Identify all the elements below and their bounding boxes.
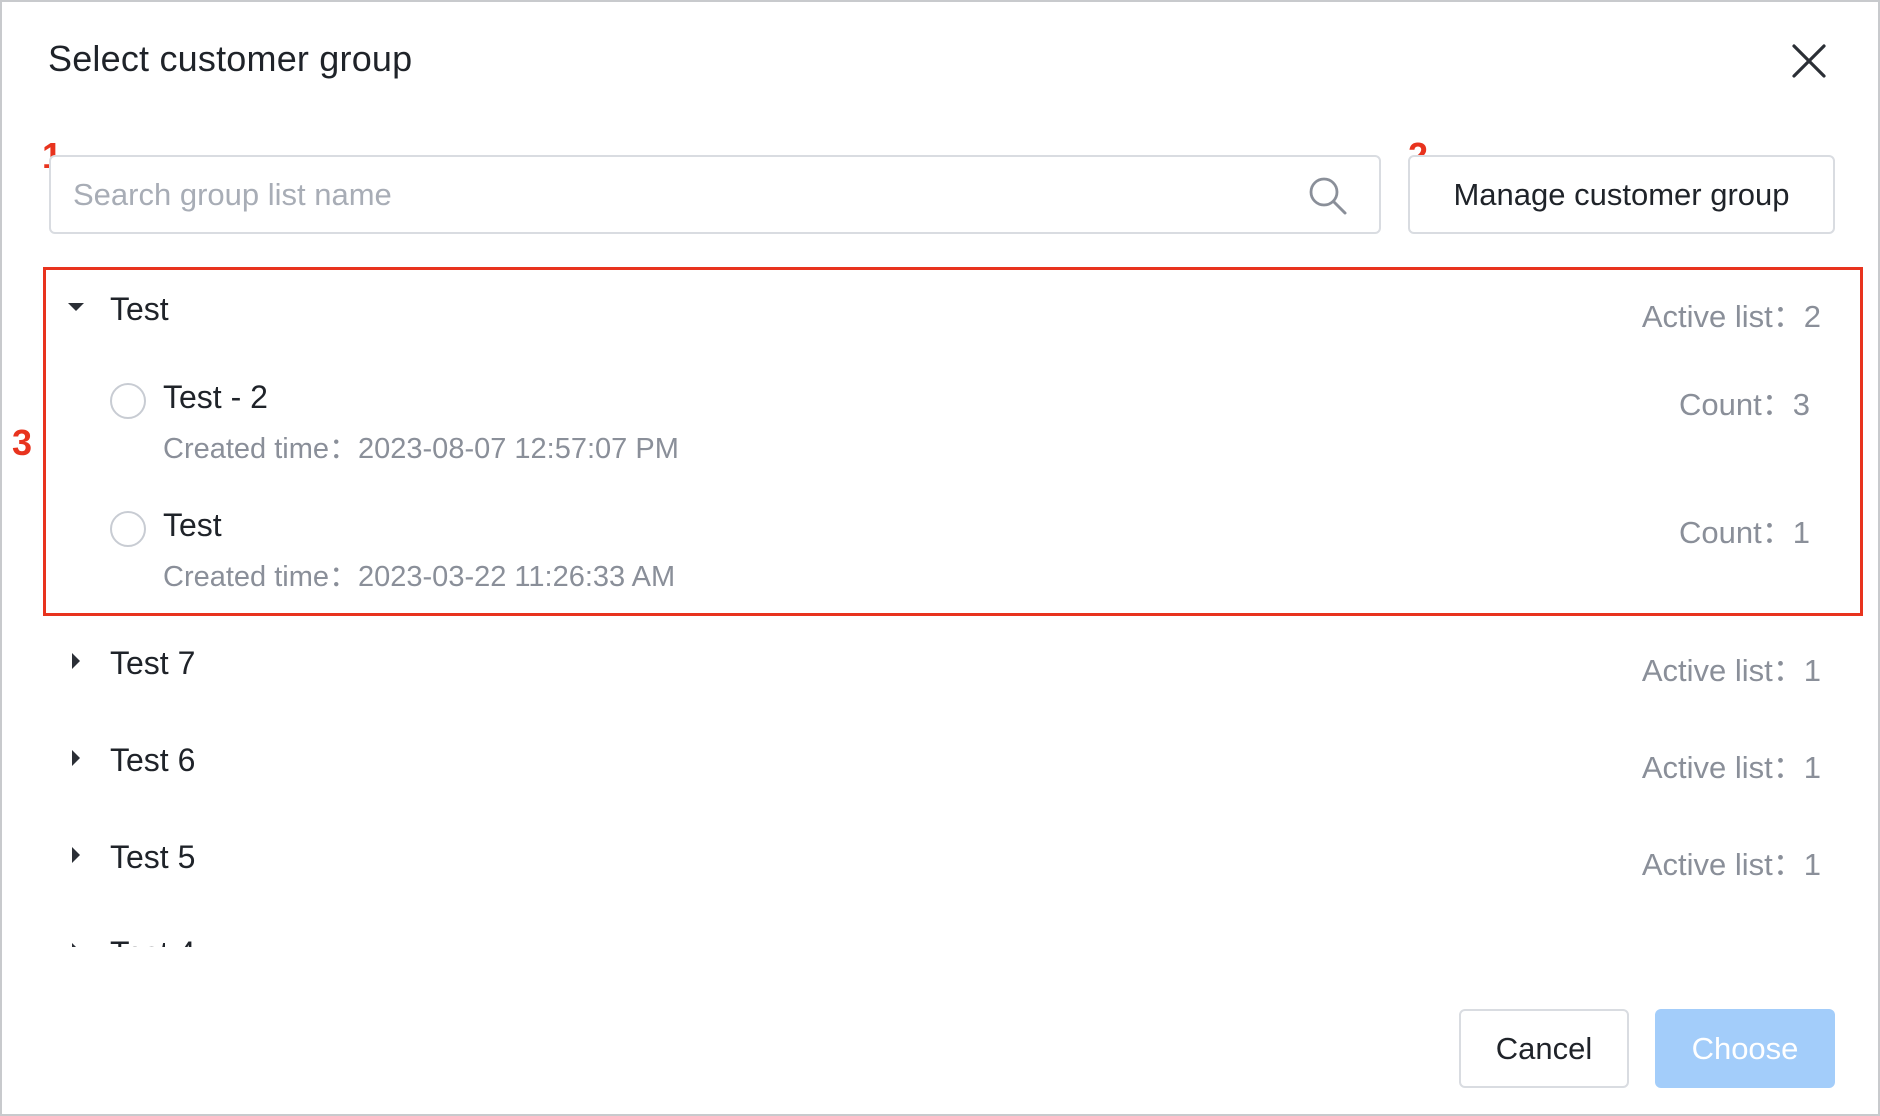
search-field[interactable]	[49, 155, 1381, 234]
group-name: Test 5	[110, 839, 196, 875]
select-customer-group-dialog: Select customer group 1 2 3 Manage custo…	[0, 0, 1880, 1116]
search-icon[interactable]	[1307, 175, 1349, 217]
search-input[interactable]	[73, 157, 1293, 232]
choose-button[interactable]: Choose	[1655, 1009, 1835, 1088]
list-item[interactable]: Test Created time：2023-03-22 11:26:33 AM…	[2, 495, 1880, 605]
caret-right-icon[interactable]	[66, 845, 86, 865]
list-item[interactable]: Test - 2 Created time：2023-08-07 12:57:0…	[2, 367, 1880, 477]
group-row-test[interactable]: Test Active list：2	[2, 279, 1880, 339]
caret-right-icon[interactable]	[66, 941, 86, 947]
group-name: Test 4	[110, 935, 195, 947]
manage-customer-group-button[interactable]: Manage customer group	[1408, 155, 1835, 234]
group-active-list: Active list：2	[1641, 299, 1821, 334]
group-list[interactable]: Test Active list：2 Test - 2 Created time…	[2, 267, 1880, 947]
item-count: Count：1	[1679, 515, 1810, 550]
dialog-title: Select customer group	[48, 38, 413, 79]
group-name: Test 7	[110, 645, 196, 681]
group-active-list: Active list：1	[1641, 653, 1821, 688]
group-active-list: Active list：1	[1641, 750, 1821, 785]
item-name: Test	[163, 507, 222, 543]
group-row-test-6[interactable]: Test 6 Active list：1	[2, 730, 1880, 790]
caret-down-icon[interactable]	[66, 297, 86, 317]
group-name: Test 6	[110, 742, 196, 778]
group-row-test-4[interactable]: Test 4 Active list：1	[2, 923, 1880, 947]
caret-right-icon[interactable]	[66, 748, 86, 768]
radio-button[interactable]	[110, 511, 146, 547]
item-count: Count：3	[1679, 387, 1810, 422]
item-created-time: Created time：2023-03-22 11:26:33 AM	[163, 561, 676, 593]
close-icon[interactable]	[1790, 42, 1828, 80]
cancel-button[interactable]: Cancel	[1459, 1009, 1629, 1088]
group-active-list: Active list：1	[1641, 847, 1821, 882]
item-created-time: Created time：2023-08-07 12:57:07 PM	[163, 433, 679, 465]
caret-right-icon[interactable]	[66, 651, 86, 671]
group-name: Test	[110, 291, 169, 327]
radio-button[interactable]	[110, 383, 146, 419]
group-row-test-7[interactable]: Test 7 Active list：1	[2, 633, 1880, 693]
item-name: Test - 2	[163, 379, 268, 415]
group-row-test-5[interactable]: Test 5 Active list：1	[2, 827, 1880, 887]
group-active-list: Active list：1	[1642, 935, 1821, 947]
